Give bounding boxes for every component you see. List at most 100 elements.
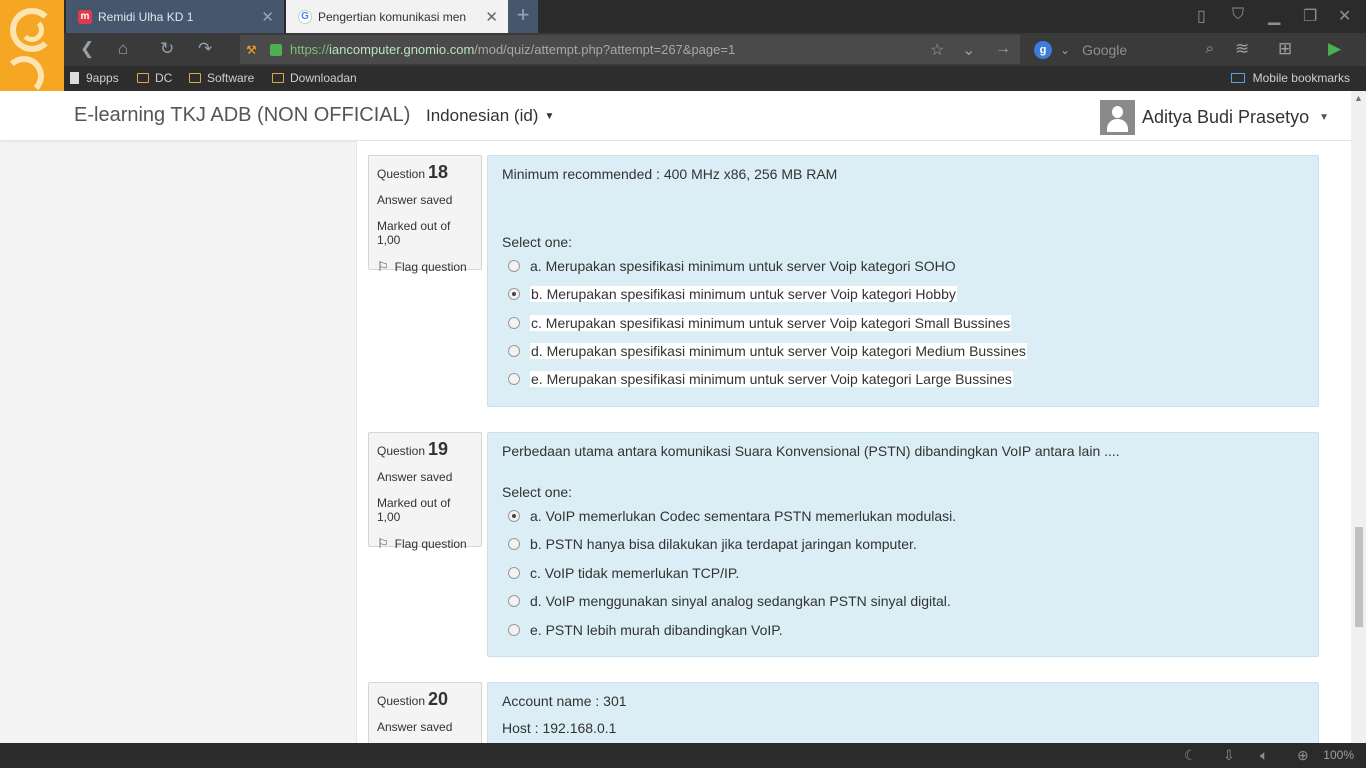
flag-label: Flag question [394, 260, 467, 274]
select-one-label: Select one: [502, 484, 573, 500]
search-input[interactable]: Google [1082, 42, 1127, 58]
answer-option-a[interactable]: a. VoIP memerlukan Codec sementara PSTN … [508, 508, 956, 524]
flag-question-button[interactable]: ⚐ Flag question [377, 536, 473, 552]
radio-button[interactable] [508, 510, 520, 522]
answer-status: Answer saved [377, 470, 453, 484]
radio-button[interactable] [508, 624, 520, 636]
tab-pengertian[interactable]: G Pengertian komunikasi men ✕ [286, 0, 508, 33]
window-close-icon[interactable]: ✕ [1338, 6, 1351, 26]
browser-logo-icon[interactable] [0, 0, 64, 91]
radio-button[interactable] [508, 373, 520, 385]
answer-option-d[interactable]: d. Merupakan spesifikasi minimum untuk s… [508, 343, 1027, 359]
option-label[interactable]: b. PSTN hanya bisa dilakukan jika terdap… [530, 536, 917, 552]
zoom-icon[interactable]: ⊕ [1297, 747, 1309, 764]
option-label[interactable]: e. PSTN lebih murah dibandingkan VoIP. [530, 622, 783, 638]
option-label[interactable]: c. VoIP tidak memerlukan TCP/IP. [530, 565, 739, 581]
address-bar[interactable]: ⚒ https://iancomputer.gnomio.com/mod/qui… [240, 35, 1020, 64]
skin-icon[interactable]: ⛉ [1232, 6, 1244, 24]
back-icon[interactable]: ❮ [80, 39, 94, 59]
radio-button[interactable] [508, 317, 520, 329]
scrollbar-thumb[interactable] [1355, 527, 1363, 627]
mobile-icon [1230, 73, 1245, 83]
radio-button[interactable] [508, 288, 520, 300]
radio-button[interactable] [508, 567, 520, 579]
media-icon[interactable]: ▶ [1328, 39, 1341, 59]
question-label: Question [377, 694, 426, 708]
browser-nav-bar: ❮ ⌂ ↻ ↷ ⚒ https://iancomputer.gnomio.com… [0, 33, 1366, 66]
download-icon[interactable]: ⇩ [1223, 747, 1235, 764]
close-icon[interactable]: ✕ [485, 8, 498, 26]
undo-close-icon[interactable]: ↷ [198, 39, 212, 59]
sidebar-toggle-icon[interactable]: ▯ [1197, 6, 1206, 26]
question-text-line: Host : 192.168.0.1 [502, 720, 617, 736]
language-menu[interactable]: Indonesian (id) ▼ [426, 106, 554, 126]
bookmark-label: DC [155, 71, 173, 85]
question-number: Question 19 [377, 439, 473, 460]
zoom-level[interactable]: 100% [1323, 748, 1354, 762]
answer-option-c[interactable]: c. VoIP tidak memerlukan TCP/IP. [508, 565, 739, 581]
caret-down-icon: ▼ [544, 111, 555, 122]
minimize-icon[interactable]: ▁ [1268, 6, 1280, 26]
flag-question-button[interactable]: ⚐ Flag question [377, 259, 473, 275]
user-menu[interactable]: Aditya Budi Prasetyo ▼ [1100, 100, 1329, 135]
flag-icon: ⚐ [377, 259, 389, 274]
question-text: Perbedaan utama antara komunikasi Suara … [502, 443, 1120, 459]
select-one-label: Select one: [502, 234, 573, 250]
bookmark-star-icon[interactable]: ☆ [930, 40, 944, 60]
radio-button[interactable] [508, 595, 520, 607]
avatar[interactable] [1100, 100, 1135, 135]
option-label[interactable]: c. Merupakan spesifikasi minimum untuk s… [530, 315, 1012, 331]
bookmark-dc[interactable]: DC [137, 71, 172, 85]
bookmark-9apps[interactable]: 9apps [70, 71, 119, 85]
browser-tab-bar: m Remidi Ulha KD 1 ✕ G Pengertian komuni… [0, 0, 1366, 33]
search-engine-icon[interactable]: g [1034, 40, 1052, 59]
apps-grid-icon[interactable]: ⊞ [1278, 39, 1292, 59]
answer-option-a[interactable]: a. Merupakan spesifikasi minimum untuk s… [508, 258, 956, 274]
radio-button[interactable] [508, 538, 520, 550]
flag-label: Flag question [394, 537, 467, 551]
tab-remidi[interactable]: m Remidi Ulha KD 1 ✕ [66, 0, 284, 33]
option-label[interactable]: a. VoIP memerlukan Codec sementara PSTN … [530, 508, 956, 524]
url-scheme: https:// [290, 42, 330, 57]
answer-option-e[interactable]: e. Merupakan spesifikasi minimum untuk s… [508, 371, 1013, 387]
search-box[interactable]: g ⌄ Google ⌕ [1026, 35, 1226, 64]
page-scrollbar[interactable]: ▲ [1351, 91, 1366, 743]
night-mode-icon[interactable]: ☾ [1184, 747, 1197, 764]
site-title[interactable]: E-learning TKJ ADB (NON OFFICIAL) [74, 104, 410, 127]
answer-option-c[interactable]: c. Merupakan spesifikasi minimum untuk s… [508, 315, 1012, 331]
search-icon[interactable]: ⌕ [1206, 40, 1214, 57]
home-icon[interactable]: ⌂ [118, 39, 128, 59]
restore-icon[interactable]: ❐ [1303, 6, 1317, 26]
option-label[interactable]: b. Merupakan spesifikasi minimum untuk s… [530, 286, 957, 302]
close-icon[interactable]: ✕ [261, 8, 274, 26]
go-arrow-icon[interactable]: → [995, 40, 1011, 58]
answer-option-b[interactable]: b. Merupakan spesifikasi minimum untuk s… [508, 286, 957, 302]
question-text-line: Account name : 301 [502, 693, 627, 709]
wifi-icon[interactable]: ≋ [1235, 39, 1249, 59]
marks-label: Marked out of 1,00 [377, 219, 451, 247]
radio-button[interactable] [508, 345, 520, 357]
url-text[interactable]: https://iancomputer.gnomio.com/mod/quiz/… [290, 42, 735, 57]
option-label[interactable]: d. Merupakan spesifikasi minimum untuk s… [530, 343, 1027, 359]
mobile-bookmarks[interactable]: Mobile bookmarks [1230, 71, 1350, 85]
radio-button[interactable] [508, 260, 520, 272]
answer-option-d[interactable]: d. VoIP menggunakan sinyal analog sedang… [508, 593, 951, 609]
extension-icon[interactable]: ⚒ [246, 43, 270, 57]
lock-icon [270, 43, 282, 56]
bookmark-software[interactable]: Software [189, 71, 254, 85]
option-label[interactable]: a. Merupakan spesifikasi minimum untuk s… [530, 258, 956, 274]
option-label[interactable]: d. VoIP menggunakan sinyal analog sedang… [530, 593, 951, 609]
language-label: Indonesian (id) [426, 106, 539, 125]
answer-option-b[interactable]: b. PSTN hanya bisa dilakukan jika terdap… [508, 536, 917, 552]
option-label[interactable]: e. Merupakan spesifikasi minimum untuk s… [530, 371, 1013, 387]
chevron-down-icon[interactable]: ⌄ [962, 40, 975, 60]
bookmark-downloadan[interactable]: Downloadan [272, 71, 357, 85]
new-tab-button[interactable]: + [508, 0, 538, 33]
chevron-down-icon[interactable]: ⌄ [1060, 43, 1070, 57]
reload-icon[interactable]: ↻ [160, 39, 174, 59]
answer-option-e[interactable]: e. PSTN lebih murah dibandingkan VoIP. [508, 622, 783, 638]
volume-icon[interactable]: 🔈︎ [1260, 747, 1268, 764]
scroll-up-icon[interactable]: ▲ [1354, 93, 1363, 103]
question-number: Question 18 [377, 162, 473, 183]
user-name: Aditya Budi Prasetyo [1142, 107, 1310, 127]
